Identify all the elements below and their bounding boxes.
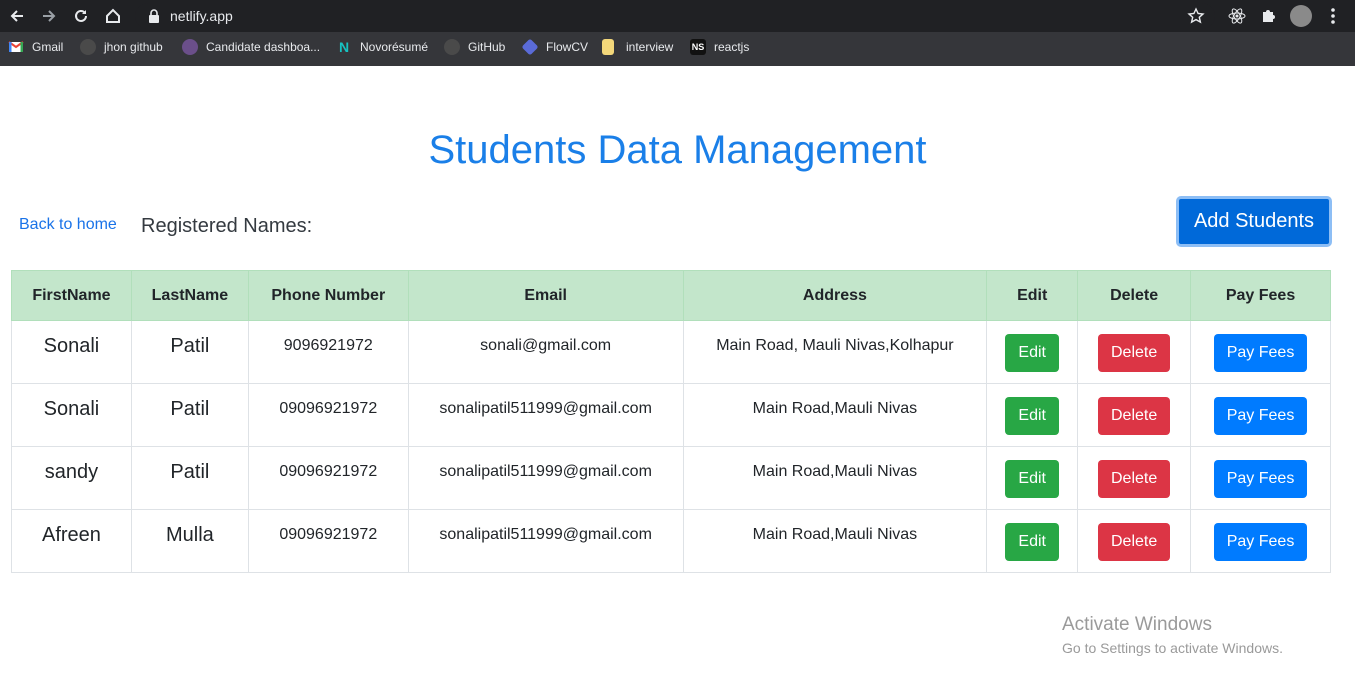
candidate-icon (182, 39, 198, 55)
back-arrow-icon[interactable] (5, 4, 29, 28)
delete-button[interactable]: Delete (1097, 523, 1171, 561)
column-header-address: Address (682, 270, 988, 321)
cell-lastname: Mulla (130, 509, 249, 573)
cell-delete: Delete (1077, 446, 1192, 510)
bookmark-novoresume[interactable]: N Novorésumé (336, 39, 428, 55)
cell-email: sonalipatil511999@gmail.com (407, 383, 684, 447)
pay-fees-button[interactable]: Pay Fees (1213, 334, 1308, 372)
kebab-menu-icon[interactable] (1323, 6, 1343, 26)
column-header-delete: Delete (1077, 270, 1192, 321)
pay-fees-button[interactable]: Pay Fees (1213, 460, 1308, 498)
bookmarks-bar: Gmail jhon github Candidate dashboa... N… (0, 34, 1355, 62)
table-row: Sonali Patil 9096921972 sonali@gmail.com… (11, 320, 1331, 384)
address-bar[interactable]: netlify.app (135, 3, 1215, 29)
cell-edit: Edit (986, 446, 1079, 510)
cell-lastname: Patil (130, 383, 249, 447)
cell-delete: Delete (1077, 320, 1192, 384)
students-table: FirstName LastName Phone Number Email Ad… (11, 270, 1331, 573)
bookmark-interview[interactable]: interview (602, 39, 673, 55)
cell-pay-fees: Pay Fees (1190, 383, 1331, 447)
watermark-subtitle: Go to Settings to activate Windows. (1062, 640, 1283, 656)
watermark-title: Activate Windows (1062, 614, 1212, 635)
cell-firstname: Afreen (11, 509, 132, 573)
edit-button[interactable]: Edit (1005, 460, 1059, 498)
table-row: sandy Patil 09096921972 sonalipatil51199… (11, 446, 1331, 510)
bookmark-jhon-github[interactable]: jhon github (80, 39, 163, 55)
cell-phone: 09096921972 (247, 383, 409, 447)
table-row: Sonali Patil 09096921972 sonalipatil5119… (11, 383, 1331, 447)
cell-phone: 9096921972 (247, 320, 409, 384)
profile-avatar[interactable] (1290, 5, 1312, 27)
edit-button[interactable]: Edit (1005, 523, 1059, 561)
reload-icon[interactable] (69, 4, 93, 28)
activate-windows-watermark: Activate Windows Go to Settings to activ… (1062, 614, 1283, 656)
pay-fees-button[interactable]: Pay Fees (1213, 523, 1308, 561)
cell-address: Main Road,Mauli Nivas (682, 509, 988, 573)
column-header-phone: Phone Number (247, 270, 409, 321)
browser-chrome: netlify.app Gmail jhon github Candidate … (0, 0, 1355, 66)
cell-email: sonalipatil511999@gmail.com (407, 509, 684, 573)
cell-edit: Edit (986, 509, 1079, 573)
delete-button[interactable]: Delete (1097, 334, 1171, 372)
github-icon (444, 39, 460, 55)
cell-phone: 09096921972 (247, 446, 409, 510)
cell-delete: Delete (1077, 509, 1192, 573)
bookmark-flowcv[interactable]: FlowCV (521, 38, 588, 56)
cell-firstname: Sonali (11, 320, 132, 384)
cell-address: Main Road, Mauli Nivas,Kolhapur (682, 320, 988, 384)
cell-edit: Edit (986, 383, 1079, 447)
table-row: Afreen Mulla 09096921972 sonalipatil5119… (11, 509, 1331, 573)
github-icon (80, 39, 96, 55)
column-header-email: Email (407, 270, 684, 321)
page-content: Students Data Management Back to home Re… (0, 66, 1355, 691)
forward-arrow-icon[interactable] (37, 4, 61, 28)
page-title: Students Data Management (428, 128, 927, 172)
cell-pay-fees: Pay Fees (1190, 509, 1331, 573)
url-text: netlify.app (170, 8, 233, 24)
flowcv-icon (521, 38, 539, 56)
cell-firstname: sandy (11, 446, 132, 510)
ns-icon: NS (690, 39, 706, 55)
cell-lastname: Patil (130, 446, 249, 510)
bookmark-github[interactable]: GitHub (444, 39, 505, 55)
bookmark-gmail[interactable]: Gmail (8, 39, 63, 55)
column-header-lastname: LastName (130, 270, 249, 321)
cell-pay-fees: Pay Fees (1190, 446, 1331, 510)
react-devtools-icon[interactable] (1227, 6, 1247, 26)
table-header-row: FirstName LastName Phone Number Email Ad… (11, 270, 1331, 321)
bookmark-star-icon[interactable] (1187, 7, 1205, 25)
home-icon[interactable] (101, 4, 125, 28)
cell-address: Main Road,Mauli Nivas (682, 446, 988, 510)
cell-firstname: Sonali (11, 383, 132, 447)
novoresume-icon: N (338, 39, 350, 55)
gmail-icon (8, 39, 24, 55)
edit-button[interactable]: Edit (1005, 334, 1059, 372)
cell-delete: Delete (1077, 383, 1192, 447)
registered-names-label: Registered Names: (141, 215, 313, 237)
cell-pay-fees: Pay Fees (1190, 320, 1331, 384)
column-header-pay-fees: Pay Fees (1190, 270, 1331, 321)
back-to-home-link[interactable]: Back to home (19, 216, 117, 234)
cell-phone: 09096921972 (247, 509, 409, 573)
lock-icon (149, 9, 159, 23)
folder-icon (602, 39, 614, 55)
add-students-button[interactable]: Add Students (1176, 196, 1332, 247)
bookmark-reactjs[interactable]: NS reactjs (690, 39, 749, 55)
cell-lastname: Patil (130, 320, 249, 384)
cell-email: sonali@gmail.com (407, 320, 684, 384)
cell-address: Main Road,Mauli Nivas (682, 383, 988, 447)
column-header-edit: Edit (986, 270, 1079, 321)
cell-edit: Edit (986, 320, 1079, 384)
bookmark-candidate-dashboard[interactable]: Candidate dashboa... (182, 39, 320, 55)
cell-email: sonalipatil511999@gmail.com (407, 446, 684, 510)
extensions-icon[interactable] (1259, 6, 1279, 26)
delete-button[interactable]: Delete (1097, 460, 1171, 498)
browser-toolbar: netlify.app (0, 0, 1355, 32)
edit-button[interactable]: Edit (1005, 397, 1059, 435)
pay-fees-button[interactable]: Pay Fees (1213, 397, 1308, 435)
column-header-firstname: FirstName (11, 270, 132, 321)
delete-button[interactable]: Delete (1097, 397, 1171, 435)
